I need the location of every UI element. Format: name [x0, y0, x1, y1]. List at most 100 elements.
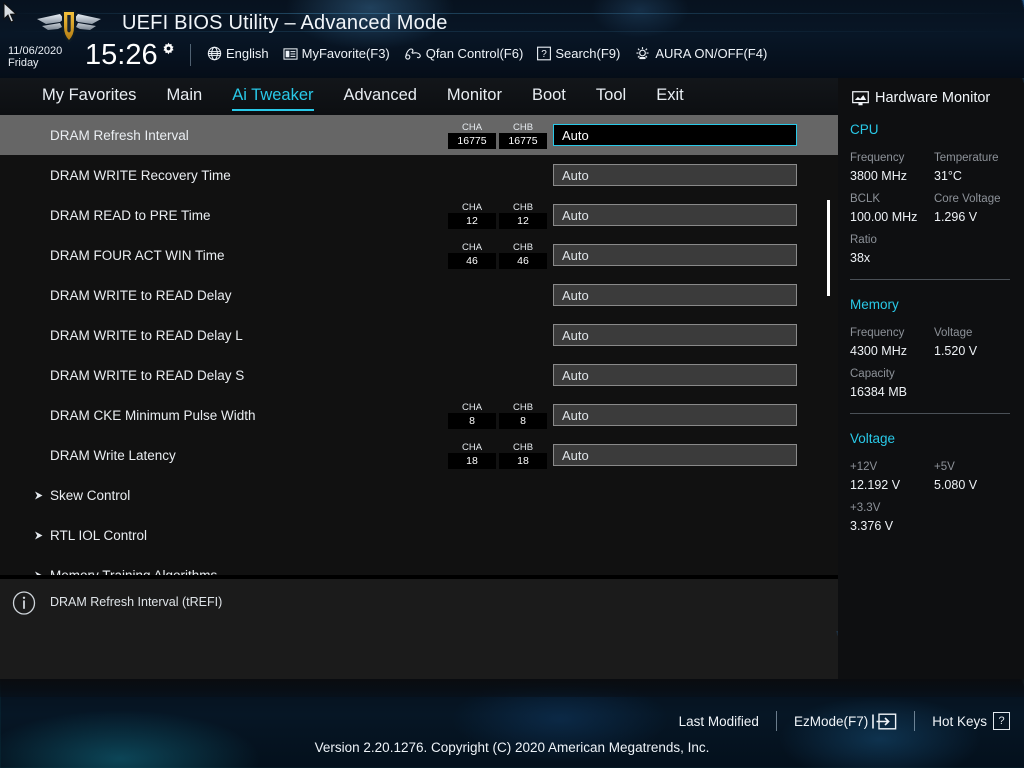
settings-row[interactable]: DRAM CKE Minimum Pulse Width CHA 8 CHB 8 Auto [0, 395, 838, 435]
settings-row[interactable]: DRAM Write Latency CHA 18 CHB 18 Auto [0, 435, 838, 475]
footer-divider [775, 711, 777, 731]
setting-value-field[interactable]: Auto [553, 164, 797, 186]
tab-monitor[interactable]: Monitor [447, 86, 502, 107]
ezmode-button[interactable]: EzMode(F7) [794, 713, 897, 730]
hw-section-cpu: CPU [850, 122, 879, 137]
qfan-control-button[interactable]: Qfan Control(F6) [404, 46, 523, 61]
settings-row[interactable]: DRAM WRITE to READ Delay Auto [0, 275, 838, 315]
header-shortcuts: English MyFavorite(F3) Qfan Control(F6) [207, 46, 781, 61]
settings-row[interactable]: DRAM Refresh Interval CHA 16775 CHB 16775 Aut… [0, 115, 838, 155]
channel-B-readout: CHB 46 [499, 242, 547, 269]
last-modified-button[interactable]: Last Modified [679, 714, 759, 729]
aura-button[interactable]: AURA ON/OFF(F4) [634, 46, 767, 61]
hw-section-divider [850, 279, 1010, 280]
settings-row[interactable]: DRAM FOUR ACT WIN Time CHA 46 CHB 46 Auto [0, 235, 838, 275]
setting-value-field[interactable]: Auto [553, 204, 797, 226]
setting-value-field[interactable]: Auto [553, 124, 797, 146]
hw-metric-value: 3.376 V [850, 519, 894, 533]
hw-metric-value: 100.00 MHz [850, 210, 918, 224]
setting-value-field[interactable]: Auto [553, 364, 797, 386]
settings-list: DRAM Refresh Interval CHA 16775 CHB 16775 Aut… [0, 115, 838, 575]
date-text: 11/06/2020 [8, 45, 63, 57]
hw-section-voltage: Voltage [850, 431, 896, 446]
date-display: 11/06/2020 Friday [8, 45, 62, 69]
chevron-right-icon [35, 491, 43, 500]
channel-A-caption: CHA [461, 121, 483, 133]
channel-A-value: 46 [448, 252, 496, 269]
myfavorite-label: MyFavorite(F3) [301, 46, 390, 61]
settings-row[interactable]: DRAM WRITE Recovery Time Auto [0, 155, 838, 195]
hotkeys-label: Hot Keys [932, 713, 987, 729]
channel-B-value: 8 [499, 412, 547, 429]
question-box-icon: ? [537, 46, 552, 61]
settings-submenu-row[interactable]: RTL IOL Control [0, 515, 838, 555]
aura-label: AURA ON/OFF(F4) [655, 46, 768, 61]
footer-divider [914, 711, 916, 731]
help-text: DRAM Refresh Interval (tREFI) [50, 595, 223, 609]
setting-value-field[interactable]: Auto [553, 404, 797, 426]
hw-metric-value: 38x [850, 251, 871, 265]
setting-label: Memory Training Algorithms [50, 567, 218, 576]
help-panel-texture [0, 631, 838, 679]
setting-value-field[interactable]: Auto [553, 284, 797, 306]
hotkeys-button[interactable]: Hot Keys ? [932, 712, 1010, 730]
hw-metric-label: Ratio [850, 234, 877, 246]
setting-label: RTL IOL Control [50, 527, 148, 543]
channel-A-readout: CHA 16775 [448, 122, 496, 149]
hw-metric-value: 4300 MHz [850, 344, 907, 358]
hw-metric-value: 1.520 V [934, 344, 978, 358]
tab-advanced[interactable]: Advanced [344, 86, 417, 107]
setting-value-field[interactable]: Auto [553, 324, 797, 346]
help-panel [0, 579, 838, 679]
setting-value-field[interactable]: Auto [553, 244, 797, 266]
setting-label: DRAM WRITE Recovery Time [50, 167, 231, 183]
settings-scrollbar-track[interactable] [827, 118, 829, 570]
list-icon [283, 47, 298, 60]
channel-A-readout: CHA 8 [448, 402, 496, 429]
channel-B-value: 12 [499, 212, 547, 229]
settings-row[interactable]: DRAM WRITE to READ Delay L Auto [0, 315, 838, 355]
tab-my-favorites[interactable]: My Favorites [42, 86, 136, 107]
settings-scrollbar-thumb[interactable] [827, 200, 830, 296]
channel-B-readout: CHB 12 [499, 202, 547, 229]
tab-exit[interactable]: Exit [656, 86, 684, 107]
tab-ai-tweaker[interactable]: Ai Tweaker [232, 86, 314, 111]
myfavorite-button[interactable]: MyFavorite(F3) [283, 46, 390, 61]
nav-tab-list: My Favorites Main Ai Tweaker Advanced Monito… [42, 78, 714, 115]
tab-boot[interactable]: Boot [532, 86, 566, 107]
channel-A-caption: CHA [461, 241, 483, 253]
hw-metric-label: Voltage [934, 327, 973, 339]
hw-metric-label: Frequency [850, 327, 905, 339]
hardware-monitor-panel: Hardware Monitor CPU Frequency 3800 MHz Tem… [838, 78, 1024, 679]
channel-B-value: 46 [499, 252, 547, 269]
mouse-cursor [3, 2, 18, 23]
hw-metric-value: 16384 MB [850, 385, 907, 399]
hw-section-memory: Memory [850, 297, 899, 312]
settings-submenu-row[interactable]: Skew Control [0, 475, 838, 515]
channel-B-readout: CHB 18 [499, 442, 547, 469]
setting-value-field[interactable]: Auto [553, 444, 797, 466]
hw-metric-label: +3.3V [850, 502, 881, 514]
channel-A-value: 8 [448, 412, 496, 429]
setting-label: DRAM WRITE to READ Delay [50, 287, 232, 303]
info-icon [12, 591, 36, 615]
settings-row[interactable]: DRAM READ to PRE Time CHA 12 CHB 12 Auto [0, 195, 838, 235]
settings-submenu-row[interactable]: Memory Training Algorithms [0, 555, 838, 575]
aura-light-icon [636, 47, 649, 60]
tab-main[interactable]: Main [166, 86, 202, 107]
channel-B-readout: CHB 16775 [499, 122, 547, 149]
setting-label: DRAM Refresh Interval [50, 127, 189, 143]
hotkeys-key-icon: ? [993, 712, 1010, 730]
tab-tool[interactable]: Tool [596, 86, 626, 107]
gear-icon[interactable] [161, 42, 176, 57]
header-divider [190, 44, 191, 66]
channel-B-caption: CHB [512, 401, 534, 413]
channel-B-caption: CHB [512, 201, 534, 213]
settings-row[interactable]: DRAM WRITE to READ Delay S Auto [0, 355, 838, 395]
search-button[interactable]: ? Search(F9) [537, 46, 620, 61]
language-button[interactable]: English [207, 46, 269, 61]
page-title: UEFI BIOS Utility – Advanced Mode [122, 12, 448, 34]
globe-icon [207, 46, 222, 61]
hw-metric-value: 5.080 V [934, 478, 978, 492]
channel-B-readout: CHB 8 [499, 402, 547, 429]
